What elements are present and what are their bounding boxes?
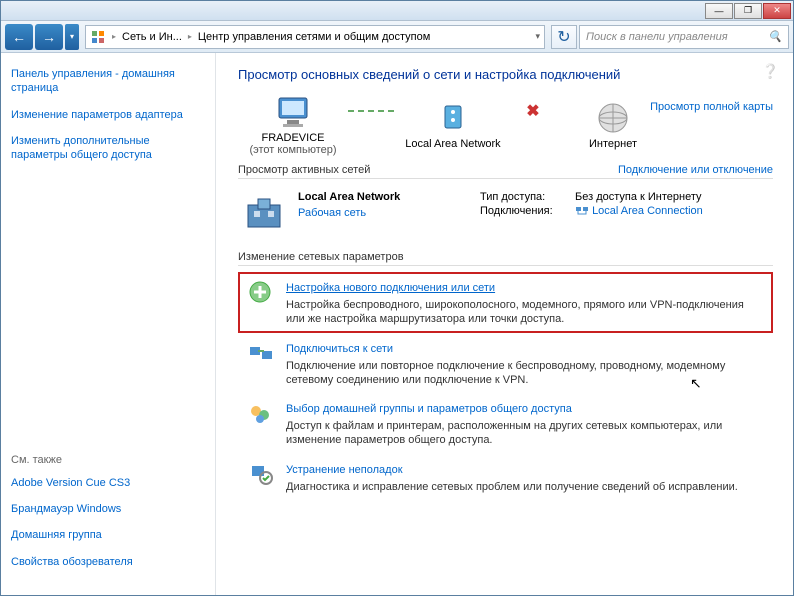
nav-history-dropdown[interactable]: ▾ xyxy=(65,24,79,50)
computer-icon xyxy=(273,94,313,130)
access-type-label: Тип доступа: xyxy=(480,191,575,203)
task-link[interactable]: Выбор домашней группы и параметров общег… xyxy=(286,403,572,415)
tasks-list: Настройка нового подключения или сети На… xyxy=(238,272,773,500)
main-panel: ❔ Просмотр основных сведений о сети и на… xyxy=(216,53,793,595)
page-title: Просмотр основных сведений о сети и наст… xyxy=(238,67,773,82)
arrow-left-icon: ← xyxy=(12,29,26,45)
control-panel-icon xyxy=(90,29,106,45)
chevron-right-icon: ▸ xyxy=(188,32,192,41)
task-connect-network[interactable]: Подключиться к сети Подключение или повт… xyxy=(238,333,773,394)
sidebar-internet-options-link[interactable]: Свойства обозревателя xyxy=(11,555,205,569)
network-type-link[interactable]: Рабочая сеть xyxy=(298,207,366,219)
window-titlebar: — ❐ ✕ xyxy=(1,1,793,21)
full-map-link[interactable]: Просмотр полной карты xyxy=(650,101,773,113)
search-input[interactable]: Поиск в панели управления🔍 xyxy=(579,25,789,49)
help-icon[interactable]: ❔ xyxy=(762,63,779,80)
lan-icon xyxy=(575,205,589,217)
active-networks-header: Просмотр активных сетей Подключение или … xyxy=(238,164,773,179)
refresh-button[interactable]: ↻ xyxy=(551,25,577,49)
task-description: Доступ к файлам и принтерам, расположенн… xyxy=(286,419,765,448)
connect-disconnect-link[interactable]: Подключение или отключение xyxy=(618,164,773,176)
task-homegroup[interactable]: Выбор домашней группы и параметров общег… xyxy=(238,393,773,454)
map-node-computer: FRADEVICE (этот компьютер) xyxy=(238,94,348,156)
refresh-icon: ↻ xyxy=(557,27,570,47)
connection-link[interactable]: Local Area Connection xyxy=(592,205,703,217)
search-icon: 🔍 xyxy=(768,30,782,43)
chevron-down-icon: ▾ xyxy=(70,32,74,41)
change-settings-header: Изменение сетевых параметров xyxy=(238,251,773,266)
task-troubleshoot[interactable]: Устранение неполадок Диагностика и испра… xyxy=(238,454,773,500)
troubleshoot-icon xyxy=(246,460,274,488)
arrow-right-icon: → xyxy=(42,29,56,45)
sidebar-homegroup-link[interactable]: Домашняя группа xyxy=(11,528,205,542)
new-connection-icon xyxy=(246,278,274,306)
connect-network-icon xyxy=(246,339,274,367)
map-node-network: Local Area Network xyxy=(398,100,508,150)
task-link[interactable]: Подключиться к сети xyxy=(286,343,393,355)
breadcrumb-sharing-center[interactable]: Центр управления сетями и общим доступом xyxy=(198,31,430,43)
navbar: ← → ▾ ▸ Сеть и Ин... ▸ Центр управления … xyxy=(1,21,793,53)
sidebar-home-link[interactable]: Панель управления - домашняя страница xyxy=(11,67,205,96)
task-link[interactable]: Устранение неполадок xyxy=(286,464,403,476)
back-button[interactable]: ← xyxy=(5,24,33,50)
sidebar-adapter-link[interactable]: Изменение параметров адаптера xyxy=(11,108,205,122)
sidebar: Панель управления - домашняя страница Из… xyxy=(1,53,216,595)
work-network-icon xyxy=(242,191,286,235)
close-button[interactable]: ✕ xyxy=(763,3,791,19)
maximize-button[interactable]: ❐ xyxy=(734,3,762,19)
content-body: Панель управления - домашняя страница Из… xyxy=(1,53,793,595)
chevron-right-icon: ▸ xyxy=(112,32,116,41)
task-description: Диагностика и исправление сетевых пробле… xyxy=(286,480,765,494)
homegroup-icon xyxy=(246,399,274,427)
network-name: Local Area Network xyxy=(298,191,468,203)
task-link[interactable]: Настройка нового подключения или сети xyxy=(286,282,495,294)
task-description: Подключение или повторное подключение к … xyxy=(286,359,765,388)
connection-line-icon xyxy=(348,110,398,112)
sidebar-firewall-link[interactable]: Брандмауэр Windows xyxy=(11,502,205,516)
sidebar-sharing-link[interactable]: Изменить дополнительные параметры общего… xyxy=(11,134,205,163)
minimize-button[interactable]: — xyxy=(705,3,733,19)
forward-button[interactable]: → xyxy=(35,24,63,50)
chevron-down-icon[interactable]: ▾ xyxy=(535,31,540,42)
sidebar-adobe-link[interactable]: Adobe Version Cue CS3 xyxy=(11,476,205,490)
breadcrumb-network[interactable]: Сеть и Ин... xyxy=(122,31,182,43)
address-bar[interactable]: ▸ Сеть и Ин... ▸ Центр управления сетями… xyxy=(85,25,545,49)
sidebar-see-also-header: См. также xyxy=(11,454,205,466)
task-new-connection[interactable]: Настройка нового подключения или сети На… xyxy=(238,272,773,333)
active-network-item: Local Area Network Рабочая сеть Тип дост… xyxy=(238,183,773,243)
network-hub-icon xyxy=(433,100,473,136)
globe-icon xyxy=(593,100,633,136)
control-panel-window: — ❐ ✕ ← → ▾ ▸ Сеть и Ин... ▸ Центр управ… xyxy=(0,0,794,596)
connections-label: Подключения: xyxy=(480,205,575,217)
access-type-value: Без доступа к Интернету xyxy=(575,191,769,203)
connection-failed-icon: ✖ xyxy=(508,110,558,112)
task-description: Настройка беспроводного, широкополосного… xyxy=(286,298,765,327)
